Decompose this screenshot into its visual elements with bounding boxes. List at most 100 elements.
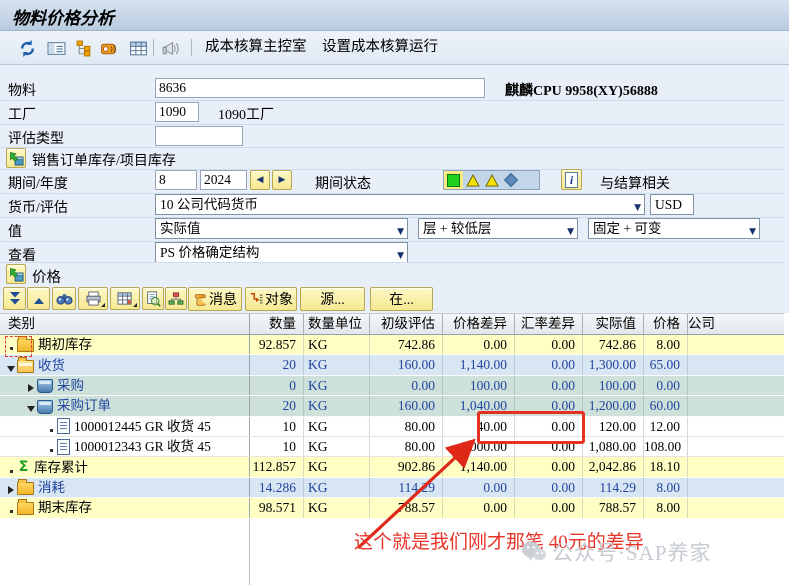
layout-settings-icon[interactable] bbox=[110, 287, 140, 310]
unit-cell[interactable]: KG bbox=[304, 417, 370, 436]
company-cell[interactable] bbox=[688, 355, 784, 374]
table-row[interactable]: 期末库存98.571KG788.570.000.00788.578.00 bbox=[0, 498, 784, 518]
actual-value-cell[interactable]: 1,200.00 bbox=[583, 396, 644, 415]
period-month-input[interactable] bbox=[155, 170, 197, 190]
cost-accounting-cockpit-button[interactable]: 成本核算主控室 bbox=[201, 36, 311, 58]
quantity-cell[interactable]: 10 bbox=[250, 417, 304, 436]
unit-cell[interactable]: KG bbox=[304, 335, 370, 354]
exchange-rate-difference-cell[interactable]: 0.00 bbox=[515, 335, 583, 354]
price-cell[interactable]: 8.00 bbox=[644, 335, 688, 354]
objects-button[interactable]: 对象 bbox=[245, 287, 297, 311]
megaphone-icon[interactable] bbox=[160, 37, 182, 59]
exchange-rate-difference-cell[interactable]: 0.00 bbox=[515, 396, 583, 415]
view-select[interactable]: PS 价格确定结构 ▼ bbox=[155, 242, 408, 263]
refresh-icon[interactable] bbox=[16, 37, 38, 59]
next-period-button[interactable]: ▶ bbox=[272, 170, 292, 190]
column-header[interactable]: 数量 bbox=[250, 314, 304, 334]
unit-cell[interactable]: KG bbox=[304, 437, 370, 456]
tree-cell[interactable]: Σ库存累计 bbox=[0, 457, 250, 476]
level-select[interactable]: 层 + 较低层 ▼ bbox=[418, 218, 578, 239]
plant-input[interactable] bbox=[155, 102, 199, 122]
quantity-cell[interactable]: 112.857 bbox=[250, 457, 304, 476]
exchange-rate-difference-cell[interactable]: 0.00 bbox=[515, 457, 583, 476]
company-cell[interactable] bbox=[688, 335, 784, 354]
collapse-arrow-icon[interactable] bbox=[6, 359, 16, 372]
price-difference-cell[interactable]: 40.00 bbox=[443, 417, 515, 436]
tree-cell[interactable]: 采购订单 bbox=[0, 396, 250, 415]
prelim-valuation-cell[interactable]: 788.57 bbox=[370, 498, 443, 517]
quantity-cell[interactable]: 14.286 bbox=[250, 478, 304, 497]
unit-cell[interactable]: KG bbox=[304, 355, 370, 374]
currency-select[interactable]: 10 公司代码货币 ▼ bbox=[155, 194, 645, 215]
exchange-rate-difference-cell[interactable]: 0.00 bbox=[515, 376, 583, 395]
setup-costing-run-button[interactable]: 设置成本核算运行 bbox=[318, 36, 442, 58]
tree-cell[interactable]: 1000012445 GR 收货 45 bbox=[0, 417, 250, 436]
tree-cell[interactable]: 消耗 bbox=[0, 478, 250, 497]
row-label[interactable]: 1000012343 GR 收货 45 bbox=[74, 437, 211, 456]
table-row[interactable]: 期初库存92.857KG742.860.000.00742.868.00 bbox=[0, 335, 784, 355]
prelim-valuation-cell[interactable]: 160.00 bbox=[370, 396, 443, 415]
column-header[interactable]: 价格差异 bbox=[443, 314, 515, 334]
fixed-variable-select[interactable]: 固定 + 可变 ▼ bbox=[588, 218, 760, 239]
unit-cell[interactable]: KG bbox=[304, 396, 370, 415]
exchange-rate-difference-cell[interactable]: 0.00 bbox=[515, 355, 583, 374]
price-cell[interactable]: 0.00 bbox=[644, 376, 688, 395]
table-row[interactable]: 1000012445 GR 收货 45 10KG80.0040.000.00120… bbox=[0, 417, 784, 437]
material-input[interactable] bbox=[155, 78, 485, 98]
unit-cell[interactable]: KG bbox=[304, 498, 370, 517]
source-button[interactable]: 源... bbox=[300, 287, 365, 311]
price-cell[interactable]: 12.00 bbox=[644, 417, 688, 436]
price-cell[interactable]: 18.10 bbox=[644, 457, 688, 476]
table-row[interactable]: Σ库存累计112.857KG902.861,140.000.002,042.86… bbox=[0, 457, 784, 477]
tree-cell[interactable]: 采购 bbox=[0, 376, 250, 395]
tree-cell[interactable]: 期初库存 bbox=[0, 335, 250, 354]
unit-cell[interactable]: KG bbox=[304, 478, 370, 497]
actual-value-cell[interactable]: 1,080.00 bbox=[583, 437, 644, 456]
price-cell[interactable]: 8.00 bbox=[644, 498, 688, 517]
prelim-valuation-cell[interactable]: 742.86 bbox=[370, 335, 443, 354]
table-row[interactable]: 收货20KG160.001,140.000.001,300.0065.00 bbox=[0, 355, 784, 375]
price-difference-cell[interactable]: 1,140.00 bbox=[443, 457, 515, 476]
exchange-rate-difference-cell[interactable]: 0.00 bbox=[515, 478, 583, 497]
exchange-rate-difference-cell[interactable]: 0.00 bbox=[515, 417, 583, 436]
prelim-valuation-cell[interactable]: 160.00 bbox=[370, 355, 443, 374]
company-cell[interactable] bbox=[688, 396, 784, 415]
collapse-arrow-icon[interactable] bbox=[26, 399, 36, 412]
detail-view-icon[interactable] bbox=[45, 37, 67, 59]
row-label[interactable]: 消耗 bbox=[38, 478, 65, 497]
column-header[interactable]: 数量单位 bbox=[304, 314, 370, 334]
table-row[interactable]: 采购订单20KG160.001,040.000.001,200.0060.00 bbox=[0, 396, 784, 416]
quantity-cell[interactable]: 10 bbox=[250, 437, 304, 456]
prelim-valuation-cell[interactable]: 80.00 bbox=[370, 417, 443, 436]
company-cell[interactable] bbox=[688, 457, 784, 476]
price-difference-cell[interactable]: 0.00 bbox=[443, 335, 515, 354]
company-cell[interactable] bbox=[688, 376, 784, 395]
actual-value-cell[interactable]: 2,042.86 bbox=[583, 457, 644, 476]
actual-value-cell[interactable]: 742.86 bbox=[583, 335, 644, 354]
unit-cell[interactable]: KG bbox=[304, 457, 370, 476]
price-difference-cell[interactable]: 1,000.00 bbox=[443, 437, 515, 456]
value-type-select[interactable]: 实际值 ▼ bbox=[155, 218, 408, 239]
info-button[interactable]: i bbox=[561, 169, 582, 190]
price-cell[interactable]: 60.00 bbox=[644, 396, 688, 415]
tree-cell[interactable]: 1000012343 GR 收货 45 bbox=[0, 437, 250, 456]
price-difference-cell[interactable]: 0.00 bbox=[443, 478, 515, 497]
price-cell[interactable]: 108.00 bbox=[644, 437, 688, 456]
previous-period-button[interactable]: ◀ bbox=[250, 170, 270, 190]
org-hierarchy-icon[interactable] bbox=[165, 287, 187, 310]
row-label[interactable]: 采购订单 bbox=[57, 396, 111, 415]
status-cell[interactable] bbox=[463, 171, 482, 189]
actual-value-cell[interactable]: 120.00 bbox=[583, 417, 644, 436]
row-label[interactable]: 1000012445 GR 收货 45 bbox=[74, 417, 211, 436]
prelim-valuation-cell[interactable]: 0.00 bbox=[370, 376, 443, 395]
price-difference-cell[interactable]: 100.00 bbox=[443, 376, 515, 395]
exchange-rate-difference-cell[interactable]: 0.00 bbox=[515, 437, 583, 456]
collapse-tray-button[interactable] bbox=[6, 264, 26, 284]
column-header[interactable]: 初级评估 bbox=[370, 314, 443, 334]
company-cell[interactable] bbox=[688, 437, 784, 456]
price-cell[interactable]: 65.00 bbox=[644, 355, 688, 374]
actual-value-cell[interactable]: 1,300.00 bbox=[583, 355, 644, 374]
actual-value-cell[interactable]: 788.57 bbox=[583, 498, 644, 517]
price-difference-cell[interactable]: 0.00 bbox=[443, 498, 515, 517]
status-cell-selected[interactable] bbox=[444, 171, 463, 189]
